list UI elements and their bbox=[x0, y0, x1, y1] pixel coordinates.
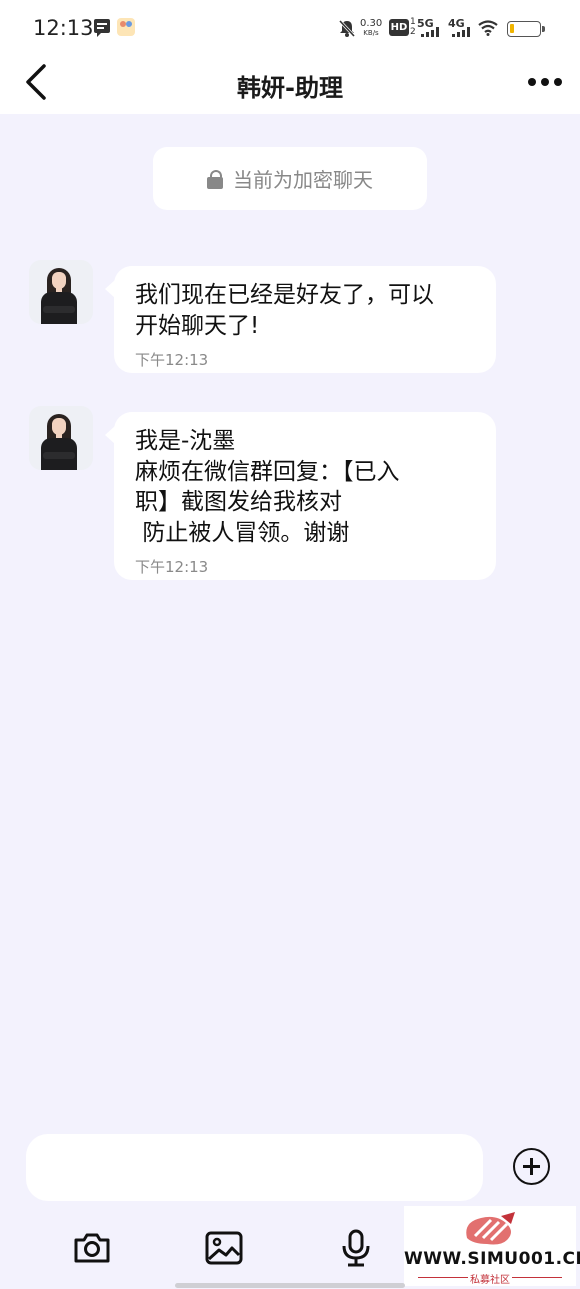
chat-header: 韩妍-助理 bbox=[0, 56, 580, 114]
net-speed-value: 0.30 bbox=[360, 18, 383, 29]
message-bubble[interactable]: 我们现在已经是好友了，可以 开始聊天了! 下午12:13 bbox=[105, 266, 496, 373]
encryption-notice-text: 当前为加密聊天 bbox=[233, 168, 373, 192]
microphone-icon[interactable] bbox=[336, 1228, 376, 1268]
watermark-line-right bbox=[512, 1277, 562, 1278]
message-notification-icon bbox=[94, 19, 110, 37]
more-options-icon[interactable] bbox=[522, 72, 568, 92]
contact-avatar[interactable] bbox=[29, 406, 93, 470]
lock-icon bbox=[207, 169, 223, 189]
add-attachment-icon[interactable] bbox=[513, 1148, 550, 1185]
contact-avatar[interactable] bbox=[29, 260, 93, 324]
status-time: 12:13 bbox=[33, 16, 94, 40]
image-icon[interactable] bbox=[204, 1228, 244, 1268]
net-speed: 0.30 KB/s bbox=[360, 19, 382, 38]
chat-title: 韩妍-助理 bbox=[237, 74, 343, 102]
mute-bell-icon bbox=[338, 19, 356, 38]
sim-indicator: 1 2 bbox=[410, 17, 416, 37]
message-input-container[interactable] bbox=[26, 1134, 483, 1201]
message-timestamp: 下午12:13 bbox=[135, 351, 209, 369]
watermark-text: WWW.SIMU001.CN bbox=[404, 1249, 580, 1269]
message-text: 我是-沈墨 麻烦在微信群回复：【已入 职】截图发给我核对 防止被人冒领。谢谢 bbox=[135, 428, 400, 546]
status-bar: 12:13 0.30 KB/s HD 1 2 5G 4G bbox=[0, 0, 580, 56]
watermark: WWW.SIMU001.CN 私募社区 bbox=[404, 1206, 580, 1286]
hd-badge: HD bbox=[389, 19, 409, 36]
wifi-icon bbox=[478, 20, 498, 36]
signal-strength-icon-2 bbox=[452, 27, 472, 37]
message-bubble[interactable]: 我是-沈墨 麻烦在微信群回复：【已入 职】截图发给我核对 防止被人冒领。谢谢 下… bbox=[105, 412, 496, 580]
home-indicator[interactable] bbox=[175, 1283, 405, 1288]
message-input[interactable] bbox=[46, 1154, 460, 1184]
battery-icon bbox=[507, 21, 545, 37]
watermark-logo-icon bbox=[466, 1212, 515, 1245]
message-timestamp: 下午12:13 bbox=[135, 558, 209, 576]
signal-strength-icon bbox=[421, 27, 441, 37]
app-notification-icon bbox=[117, 18, 135, 36]
camera-icon[interactable] bbox=[72, 1228, 112, 1268]
net-speed-unit: KB/s bbox=[363, 29, 379, 37]
encryption-notice: 当前为加密聊天 bbox=[153, 147, 427, 210]
message-text: 我们现在已经是好友了，可以 开始聊天了! bbox=[135, 282, 434, 339]
watermark-subtext: 私募社区 bbox=[470, 1275, 510, 1286]
